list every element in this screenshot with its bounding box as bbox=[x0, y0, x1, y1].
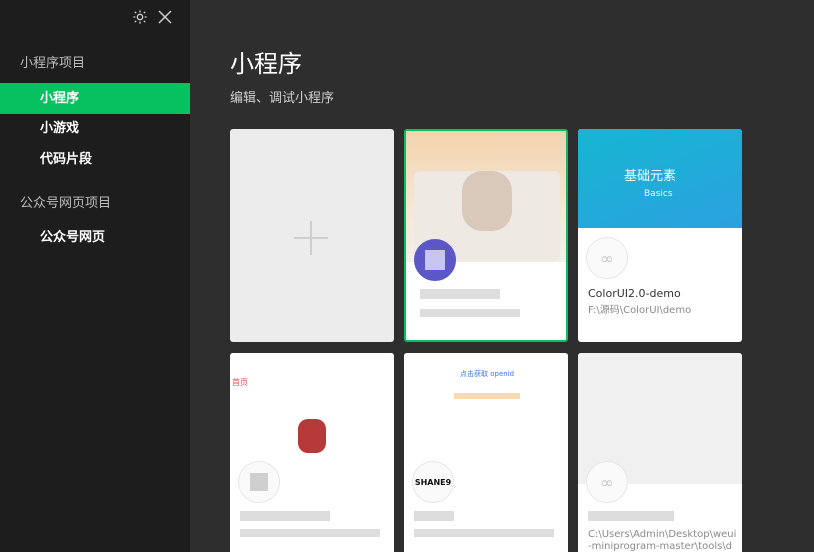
project-card[interactable] bbox=[404, 129, 568, 342]
project-card[interactable]: 首页 bbox=[230, 353, 394, 552]
thumbnail-title: 基础元素 bbox=[624, 169, 677, 184]
sidebar: 小程序项目 小程序 小游戏 代码片段 公众号网页项目 公众号网页 bbox=[0, 0, 190, 552]
blurred-name bbox=[414, 511, 454, 521]
avatar bbox=[238, 461, 280, 503]
project-card-weui[interactable]: ∞ C:\Users\Admin\Desktop\weui-miniprogra… bbox=[578, 353, 742, 552]
blurred-path bbox=[420, 309, 520, 317]
avatar: ∞ bbox=[586, 237, 628, 279]
avatar-badge: SHANE9 bbox=[414, 477, 452, 487]
avatar: SHANE9 bbox=[412, 461, 454, 503]
sidebar-item-code-snippets[interactable]: 代码片段 bbox=[0, 144, 190, 175]
thumbnail-subtitle: Basics bbox=[644, 189, 673, 199]
group-mini-program-projects: 小程序项目 bbox=[20, 56, 86, 71]
sidebar-item-official-account-web[interactable]: 公众号网页 bbox=[0, 222, 190, 253]
group-official-account-projects: 公众号网页项目 bbox=[20, 196, 112, 211]
project-name: ColorUI2.0-demo bbox=[588, 287, 681, 300]
blurred-path bbox=[414, 529, 554, 537]
close-icon[interactable] bbox=[156, 8, 174, 26]
plus-icon bbox=[294, 221, 328, 255]
window-controls bbox=[132, 8, 174, 26]
avatar bbox=[414, 239, 456, 281]
thumbnail-text: 点击获取 openid bbox=[460, 370, 515, 378]
new-project-card[interactable] bbox=[230, 129, 394, 342]
blurred-name bbox=[240, 511, 330, 521]
project-card-colorui[interactable]: 基础元素 Basics ∞ ColorUI2.0-demo F:\源码\Colo… bbox=[578, 129, 742, 342]
blurred-name bbox=[588, 511, 674, 521]
page-title: 小程序 bbox=[230, 50, 302, 78]
link-icon: ∞ bbox=[600, 472, 614, 492]
sidebar-item-mini-game[interactable]: 小游戏 bbox=[0, 113, 190, 144]
project-path: C:\Users\Admin\Desktop\weui-miniprogram-… bbox=[588, 529, 737, 552]
project-path: F:\源码\ColorUI\demo bbox=[588, 305, 692, 316]
blurred-name bbox=[420, 289, 500, 299]
blurred-path bbox=[240, 529, 380, 537]
page-subtitle: 编辑、调试小程序 bbox=[230, 91, 335, 106]
sidebar-item-mini-program[interactable]: 小程序 bbox=[0, 83, 190, 114]
thumbnail-label: 首页 bbox=[232, 378, 248, 387]
gear-icon[interactable] bbox=[132, 9, 148, 25]
avatar: ∞ bbox=[586, 461, 628, 503]
project-card[interactable]: 点击获取 openid SHANE9 bbox=[404, 353, 568, 552]
link-icon: ∞ bbox=[600, 248, 614, 268]
main-panel: 小程序 编辑、调试小程序 基础元素 Basics ∞ ColorUI2.0-de… bbox=[190, 0, 814, 552]
